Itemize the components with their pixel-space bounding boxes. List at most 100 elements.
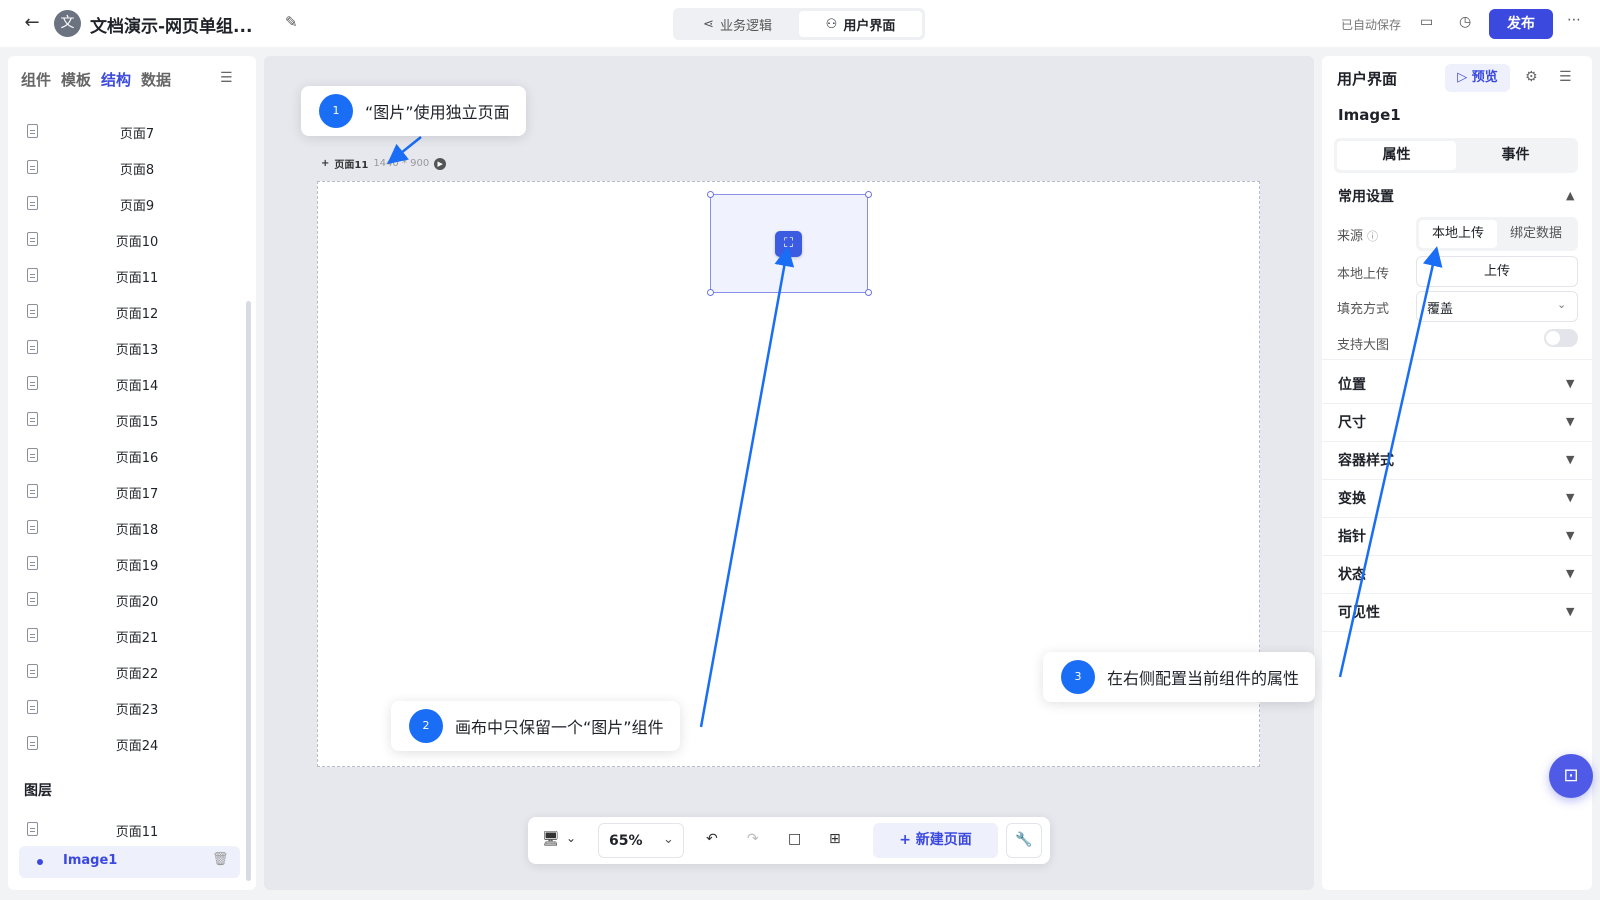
collapse-panel-icon[interactable]: ☰: [220, 70, 233, 86]
tab-events[interactable]: 事件: [1456, 141, 1575, 170]
chevron-up-icon[interactable]: ▲: [1566, 189, 1574, 202]
collapse-panel-icon[interactable]: ☰: [1559, 69, 1572, 85]
page-list-item[interactable]: 页面13: [8, 330, 248, 366]
page-list-scrollbar[interactable]: [246, 301, 251, 881]
resize-handle[interactable]: [707, 191, 714, 198]
page-label: 页面24: [115, 739, 159, 754]
page-list-item[interactable]: 页面14: [8, 366, 248, 402]
page-list-item[interactable]: 页面19: [8, 546, 248, 582]
layer-image-item[interactable]: Image1 🗑: [19, 846, 240, 878]
grid-icon[interactable]: ⊞: [829, 831, 841, 847]
publish-button[interactable]: 发布: [1489, 9, 1553, 39]
layers-title: 图层: [24, 783, 52, 799]
local-upload-label: 本地上传: [1337, 267, 1390, 282]
divider: [1322, 441, 1592, 442]
page-list-item[interactable]: 页面23: [8, 690, 248, 726]
trash-icon[interactable]: 🗑: [212, 852, 229, 867]
page-list-item[interactable]: 页面17: [8, 474, 248, 510]
page-list-item[interactable]: 页面20: [8, 582, 248, 618]
source-label: 来源 ⓘ: [1337, 225, 1378, 244]
tab-data[interactable]: 数据: [141, 69, 171, 90]
large-image-toggle[interactable]: [1544, 329, 1578, 347]
upload-button[interactable]: 上传: [1416, 256, 1578, 287]
tab-properties[interactable]: 属性: [1337, 141, 1456, 170]
resize-handle[interactable]: [865, 289, 872, 296]
history-icon[interactable]: ◷: [1459, 14, 1471, 30]
chevron-down-icon[interactable]: ▼: [1566, 491, 1574, 504]
resize-handle[interactable]: [707, 289, 714, 296]
callout-text: 在右侧配置当前组件的属性: [1107, 669, 1300, 688]
app-avatar: 文: [54, 10, 81, 37]
top-bar: ← 文 文档演示-网页单组... ✎ ⋖ 业务逻辑 ⚇ 用户界面 已自动保存 ▭…: [0, 0, 1600, 47]
page-list-item[interactable]: 页面15: [8, 402, 248, 438]
wrench-icon[interactable]: 🔧: [1006, 823, 1042, 858]
redo-icon[interactable]: ↷: [747, 831, 759, 847]
user-icon: ⚇: [825, 16, 838, 32]
save-icon[interactable]: ▭: [1420, 14, 1433, 30]
page-list-item[interactable]: 页面11: [8, 258, 248, 294]
page-list-item[interactable]: 页面18: [8, 510, 248, 546]
page-list-item[interactable]: 页面9: [8, 186, 248, 222]
page-list-item[interactable]: 页面10: [8, 222, 248, 258]
source-toggle: 本地上传 绑定数据: [1416, 217, 1578, 251]
chevron-down-icon[interactable]: ⌄: [566, 831, 576, 845]
chevron-down-icon[interactable]: ▼: [1566, 529, 1574, 542]
chevron-down-icon[interactable]: ▼: [1566, 453, 1574, 466]
common-settings-heading[interactable]: 常用设置: [1338, 186, 1394, 206]
section-heading[interactable]: 容器样式: [1338, 450, 1394, 470]
page-list-item[interactable]: 页面16: [8, 438, 248, 474]
page-list-item[interactable]: 页面12: [8, 294, 248, 330]
page-list-item[interactable]: 页面8: [8, 150, 248, 186]
property-tabs: 属性 事件: [1334, 138, 1578, 173]
frame-icon[interactable]: □: [788, 831, 801, 847]
page-list-item[interactable]: 页面24: [8, 726, 248, 762]
layer-page-item[interactable]: 页面11: [8, 812, 248, 848]
play-icon[interactable]: ▶: [434, 157, 447, 170]
page-label: 页面11: [115, 271, 159, 286]
gear-icon[interactable]: ⚙: [1525, 69, 1538, 85]
section-heading[interactable]: 变换: [1338, 488, 1366, 508]
tab-components[interactable]: 组件: [21, 69, 51, 90]
callout-number: 1: [319, 94, 353, 128]
section-heading[interactable]: 尺寸: [1338, 412, 1366, 432]
section-heading[interactable]: 可见性: [1338, 602, 1380, 622]
left-panel: 组件 模板 结构 数据 ☰ 页面7 页面8 页面9 页面10 页面11 页面12 页面13 页…: [8, 56, 256, 890]
layer-page-label: 页面11: [115, 825, 159, 840]
back-arrow-icon[interactable]: ←: [20, 11, 44, 35]
source-bind-data[interactable]: 绑定数据: [1497, 220, 1575, 248]
undo-icon[interactable]: ↶: [706, 831, 718, 847]
chevron-down-icon[interactable]: ▼: [1566, 567, 1574, 580]
desktop-icon[interactable]: 🖥︎: [542, 831, 560, 847]
section-heading[interactable]: 位置: [1338, 374, 1366, 394]
resize-handle[interactable]: [865, 191, 872, 198]
new-page-label: 新建页面: [915, 832, 972, 848]
source-local-upload[interactable]: 本地上传: [1419, 220, 1497, 248]
tab-structure[interactable]: 结构: [101, 69, 131, 90]
chevron-down-icon[interactable]: ▼: [1566, 377, 1574, 390]
chevron-down-icon[interactable]: ▼: [1566, 415, 1574, 428]
info-icon: ⓘ: [1367, 230, 1379, 243]
callout-text: “图片”使用独立页面: [365, 103, 510, 122]
divider: [1322, 631, 1592, 632]
section-heading[interactable]: 指针: [1338, 526, 1366, 546]
fill-mode-select[interactable]: 覆盖 ⌄: [1416, 291, 1578, 322]
more-icon[interactable]: ⋯: [1567, 12, 1581, 28]
page-tag[interactable]: + 页面11 1440 * 900 ▶: [321, 156, 447, 171]
source-label-text: 来源: [1337, 229, 1364, 244]
plus-icon: +: [899, 832, 916, 848]
callout-text: 画布中只保留一个“图片”组件: [455, 718, 664, 737]
new-page-button[interactable]: + 新建页面: [873, 823, 998, 858]
page-list-item[interactable]: 页面22: [8, 654, 248, 690]
zoom-select[interactable]: 65% ⌄: [598, 823, 684, 858]
divider: [1322, 403, 1592, 404]
preview-button[interactable]: ▷ 预览: [1445, 64, 1510, 92]
assistant-float-button[interactable]: ⊡: [1549, 754, 1593, 798]
tab-business-logic[interactable]: ⋖ 业务逻辑: [676, 11, 799, 37]
page-list-item[interactable]: 页面7: [8, 114, 248, 150]
page-list-item[interactable]: 页面21: [8, 618, 248, 654]
tab-templates[interactable]: 模板: [61, 69, 91, 90]
edit-title-icon[interactable]: ✎: [285, 13, 298, 31]
tab-user-interface[interactable]: ⚇ 用户界面: [799, 11, 922, 37]
chevron-down-icon[interactable]: ▼: [1566, 605, 1574, 618]
section-heading[interactable]: 状态: [1338, 564, 1366, 584]
